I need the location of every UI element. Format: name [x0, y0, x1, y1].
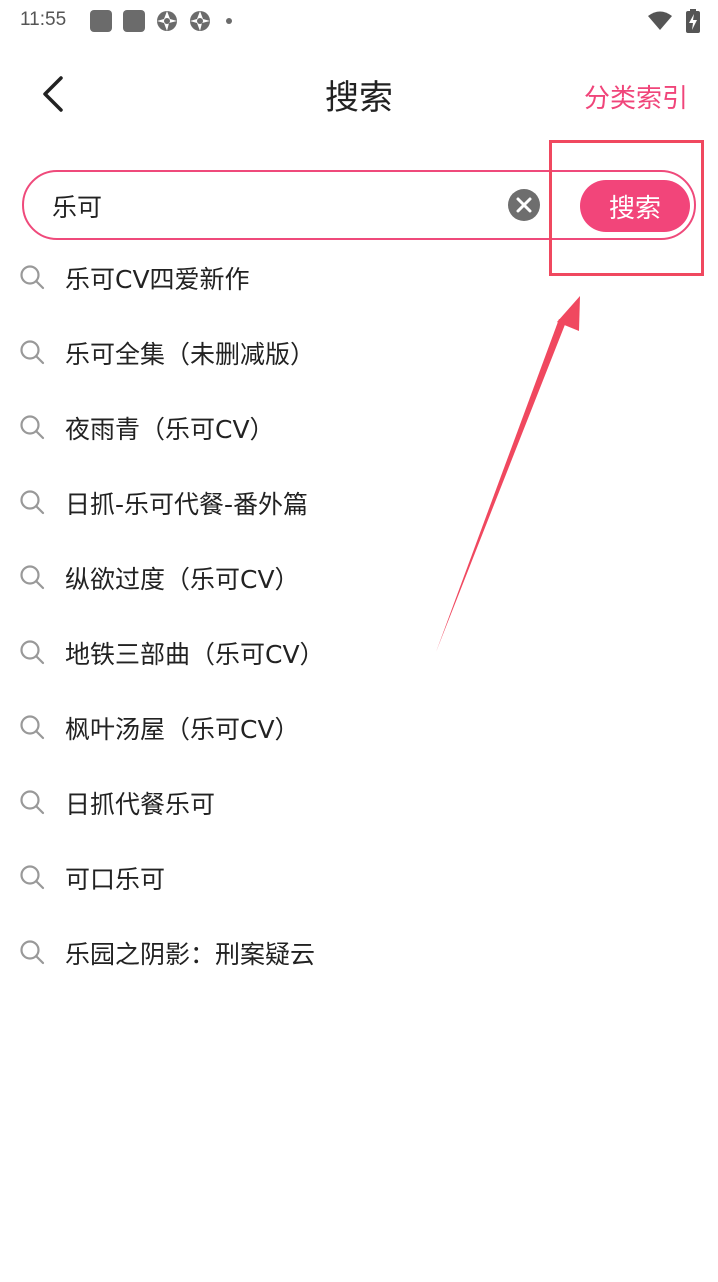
status-time: 11:55	[20, 9, 67, 30]
clear-search-button[interactable]	[508, 189, 540, 221]
category-index-link[interactable]: 分类索引	[584, 78, 688, 115]
close-circle-icon	[516, 197, 532, 213]
search-icon	[20, 340, 45, 365]
aperture-icon	[190, 11, 210, 31]
suggestion-item[interactable]: 乐园之阴影：刑案疑云	[0, 915, 718, 990]
suggestion-label: 乐园之阴影：刑案疑云	[65, 940, 316, 969]
search-icon	[20, 565, 45, 590]
suggestion-item[interactable]: 夜雨青（乐可CV）	[0, 390, 718, 465]
status-bar: 11:55	[0, 0, 718, 44]
suggestion-list: 乐可CV四爱新作 乐可全集（未删减版） 夜雨青（乐可CV） 日抓-乐可代餐-番外…	[0, 240, 718, 990]
annotation-highlight-box	[549, 140, 704, 276]
more-notifications-dot-icon	[226, 18, 232, 24]
suggestion-label: 日抓代餐乐可	[65, 790, 216, 819]
suggestion-label: 地铁三部曲（乐可CV）	[65, 640, 325, 669]
battery-charging-icon	[686, 9, 700, 33]
search-icon	[20, 940, 45, 965]
suggestion-item[interactable]: 地铁三部曲（乐可CV）	[0, 615, 718, 690]
search-icon	[20, 865, 45, 890]
search-icon	[20, 790, 45, 815]
suggestion-item[interactable]: 乐可全集（未删减版）	[0, 315, 718, 390]
wifi-icon	[648, 11, 672, 30]
search-icon	[20, 490, 45, 515]
header: 搜索 分类索引	[0, 52, 718, 136]
suggestion-label: 可口乐可	[65, 865, 166, 894]
suggestion-label: 日抓-乐可代餐-番外篇	[65, 490, 309, 519]
search-icon	[20, 265, 45, 290]
search-icon	[20, 715, 45, 740]
notification-square-icon	[123, 10, 145, 32]
suggestion-item[interactable]: 枫叶汤屋（乐可CV）	[0, 690, 718, 765]
search-icon	[20, 640, 45, 665]
suggestion-label: 夜雨青（乐可CV）	[65, 415, 275, 444]
suggestion-item[interactable]: 可口乐可	[0, 840, 718, 915]
notification-square-icon	[90, 10, 112, 32]
notification-icons	[90, 10, 232, 32]
suggestion-item[interactable]: 日抓代餐乐可	[0, 765, 718, 840]
search-icon	[20, 415, 45, 440]
suggestion-item[interactable]: 纵欲过度（乐可CV）	[0, 540, 718, 615]
suggestion-label: 乐可全集（未删减版）	[65, 340, 316, 369]
suggestion-label: 乐可CV四爱新作	[65, 265, 250, 294]
suggestion-item[interactable]: 日抓-乐可代餐-番外篇	[0, 465, 718, 540]
aperture-icon	[157, 11, 177, 31]
suggestion-label: 枫叶汤屋（乐可CV）	[65, 715, 300, 744]
search-input[interactable]	[52, 184, 492, 228]
system-icons	[648, 9, 700, 33]
suggestion-label: 纵欲过度（乐可CV）	[65, 565, 300, 594]
